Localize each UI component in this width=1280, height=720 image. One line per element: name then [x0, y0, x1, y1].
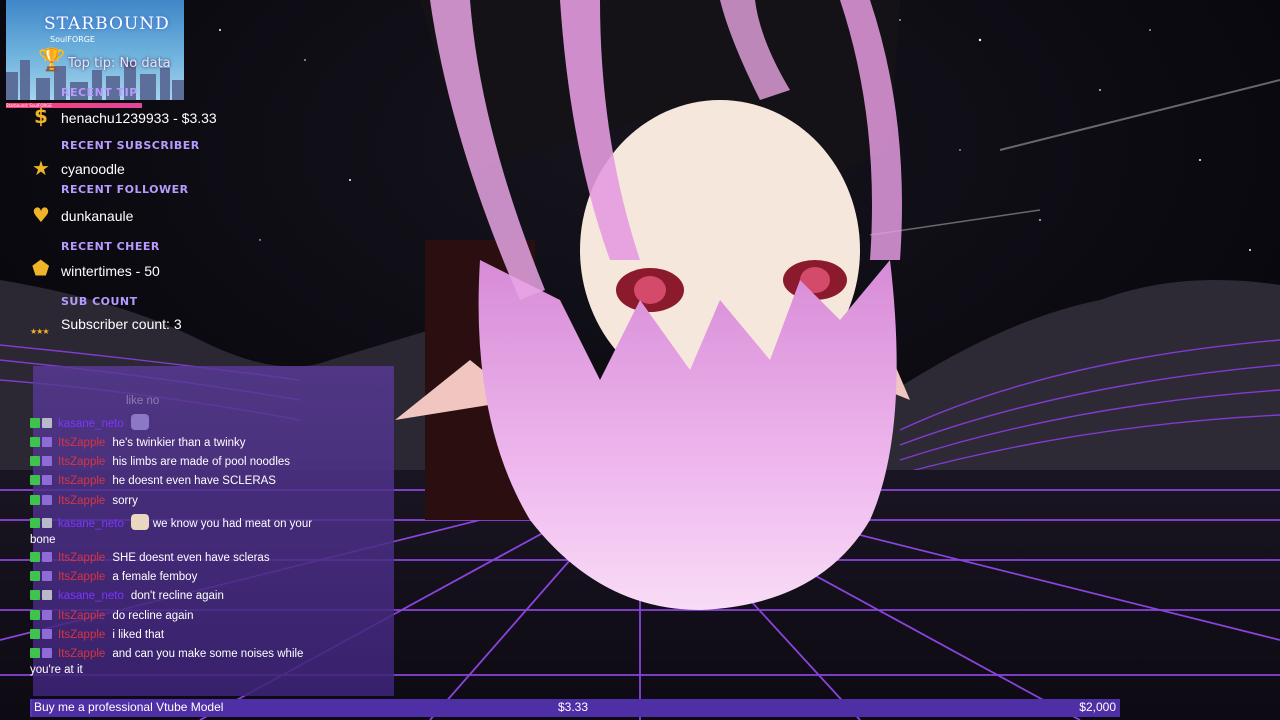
chat-text: SHE doesnt even have scleras	[112, 552, 270, 564]
recent-follower-heading: RECENT FOLLOWER	[61, 183, 189, 196]
verified-badge-icon	[30, 552, 40, 562]
sub-count-value: Subscriber count: 3	[61, 316, 182, 332]
verified-badge-icon	[30, 418, 40, 428]
chat-text: like no	[126, 395, 160, 407]
chat-text: and can you make some noises while	[112, 648, 304, 660]
heart-icon: ♥	[32, 203, 50, 227]
verified-badge-icon	[30, 475, 40, 485]
chat-text: he doesnt even have SCLERAS	[112, 475, 276, 487]
sub-badge-icon	[42, 571, 52, 581]
chat-text: a female femboy	[112, 571, 198, 583]
recent-cheer-value: wintertimes - 50	[61, 263, 160, 279]
robot-badge-icon	[42, 418, 52, 428]
verified-badge-icon	[30, 610, 40, 620]
chat-username[interactable]: ItsZapple	[58, 456, 105, 468]
chat-username[interactable]: ItsZapple	[58, 610, 105, 622]
goal-current-amount: $3.33	[558, 700, 589, 714]
chat-message: ItsZapple i liked that	[30, 627, 370, 643]
chat-message: ItsZapple and can you make some noises wh…	[30, 646, 370, 678]
sub-badge-icon	[42, 610, 52, 620]
chat-text-continued: you're at it	[30, 664, 83, 676]
recent-cheer-heading: RECENT CHEER	[61, 240, 160, 253]
sub-badge-icon	[42, 437, 52, 447]
chat-message: kasane_neto	[30, 414, 370, 432]
chat-text-continued: bone	[30, 534, 56, 546]
chat-username[interactable]: ItsZapple	[58, 495, 105, 507]
chat-text: don't recline again	[130, 590, 224, 602]
verified-badge-icon	[30, 571, 40, 581]
chat-username[interactable]: ItsZapple	[58, 571, 105, 583]
star-icon: ★	[32, 156, 50, 180]
chat-text: do recline again	[112, 610, 194, 622]
robot-badge-icon	[42, 590, 52, 600]
chat-username[interactable]: ItsZapple	[58, 552, 105, 564]
sub-count-heading: SUB COUNT	[61, 295, 138, 308]
emote-icon	[130, 514, 149, 530]
chat-message: ItsZapple he doesnt even have SCLERAS	[30, 473, 370, 489]
game-title: STARBOUND	[44, 14, 170, 34]
goal-target-amount: $2,000	[1079, 700, 1116, 714]
verified-badge-icon	[30, 456, 40, 466]
recent-subscriber-heading: RECENT SUBSCRIBER	[61, 139, 200, 152]
top-tip-text: Top tip: No data	[68, 56, 171, 71]
verified-badge-icon	[30, 629, 40, 639]
game-subtitle: SoulFORGE	[50, 35, 95, 44]
verified-badge-icon	[30, 495, 40, 505]
sub-badge-icon	[42, 552, 52, 562]
chat-message: ItsZapple a female femboy	[30, 569, 370, 585]
chat-message: ItsZapple he's twinkier than a twinky	[30, 435, 370, 451]
chat-message: ItsZapple sorry	[30, 493, 370, 509]
chat-text: his limbs are made of pool noodles	[112, 456, 291, 468]
chat-message: ItsZapple SHE doesnt even have scleras	[30, 550, 370, 566]
chat-text: we know you had meat on your	[152, 518, 313, 530]
chat-message: ItsZapple do recline again	[30, 608, 370, 624]
game-thumbnail: STARBOUND SoulFORGE 🏆 Top tip: No data	[6, 0, 184, 100]
goal-label: Buy me a professional Vtube Model	[34, 700, 224, 714]
sub-badge-icon	[42, 648, 52, 658]
recent-subscriber-value: cyanoodle	[61, 161, 125, 177]
chat-username[interactable]: ItsZapple	[58, 475, 105, 487]
chat-message: like no	[126, 393, 466, 409]
trophy-icon: 🏆	[38, 48, 66, 73]
pentagon-gem-icon: ⬟	[32, 256, 50, 280]
verified-badge-icon	[30, 437, 40, 447]
verified-badge-icon	[30, 518, 40, 528]
chat-text: i liked that	[112, 629, 165, 641]
sub-badge-icon	[42, 475, 52, 485]
donation-goal-bar: Buy me a professional Vtube Model $3.33 …	[30, 699, 1120, 717]
chat-username[interactable]: ItsZapple	[58, 629, 105, 641]
chat-username[interactable]: kasane_neto	[58, 590, 124, 602]
chat-username[interactable]: kasane_neto	[58, 418, 124, 430]
robot-badge-icon	[42, 518, 52, 528]
verified-badge-icon	[30, 648, 40, 658]
emote-icon	[130, 414, 149, 430]
sub-badge-icon	[42, 629, 52, 639]
dollar-icon: $	[34, 104, 48, 128]
chat-text: sorry	[112, 495, 138, 507]
chat-username[interactable]: ItsZapple	[58, 648, 105, 660]
sub-badge-icon	[42, 495, 52, 505]
chat-text: he's twinkier than a twinky	[112, 437, 246, 449]
recent-follower-value: dunkanaule	[61, 208, 134, 224]
recent-tip-value: henachu1239933 - $3.33	[61, 110, 217, 126]
goal-progress-fill	[30, 699, 32, 717]
three-stars-icon: ★★★	[30, 327, 49, 336]
chat-username[interactable]: kasane_neto	[58, 518, 124, 530]
chat-message: ItsZapple his limbs are made of pool nood…	[30, 454, 370, 470]
chat-username[interactable]: ItsZapple	[58, 437, 105, 449]
recent-tip-heading: RECENT TIP	[61, 86, 138, 99]
chat-message: kasane_neto don't recline again	[30, 588, 370, 604]
chat-message: kasane_neto we know you had meat on your …	[30, 514, 370, 548]
verified-badge-icon	[30, 590, 40, 600]
sub-badge-icon	[42, 456, 52, 466]
